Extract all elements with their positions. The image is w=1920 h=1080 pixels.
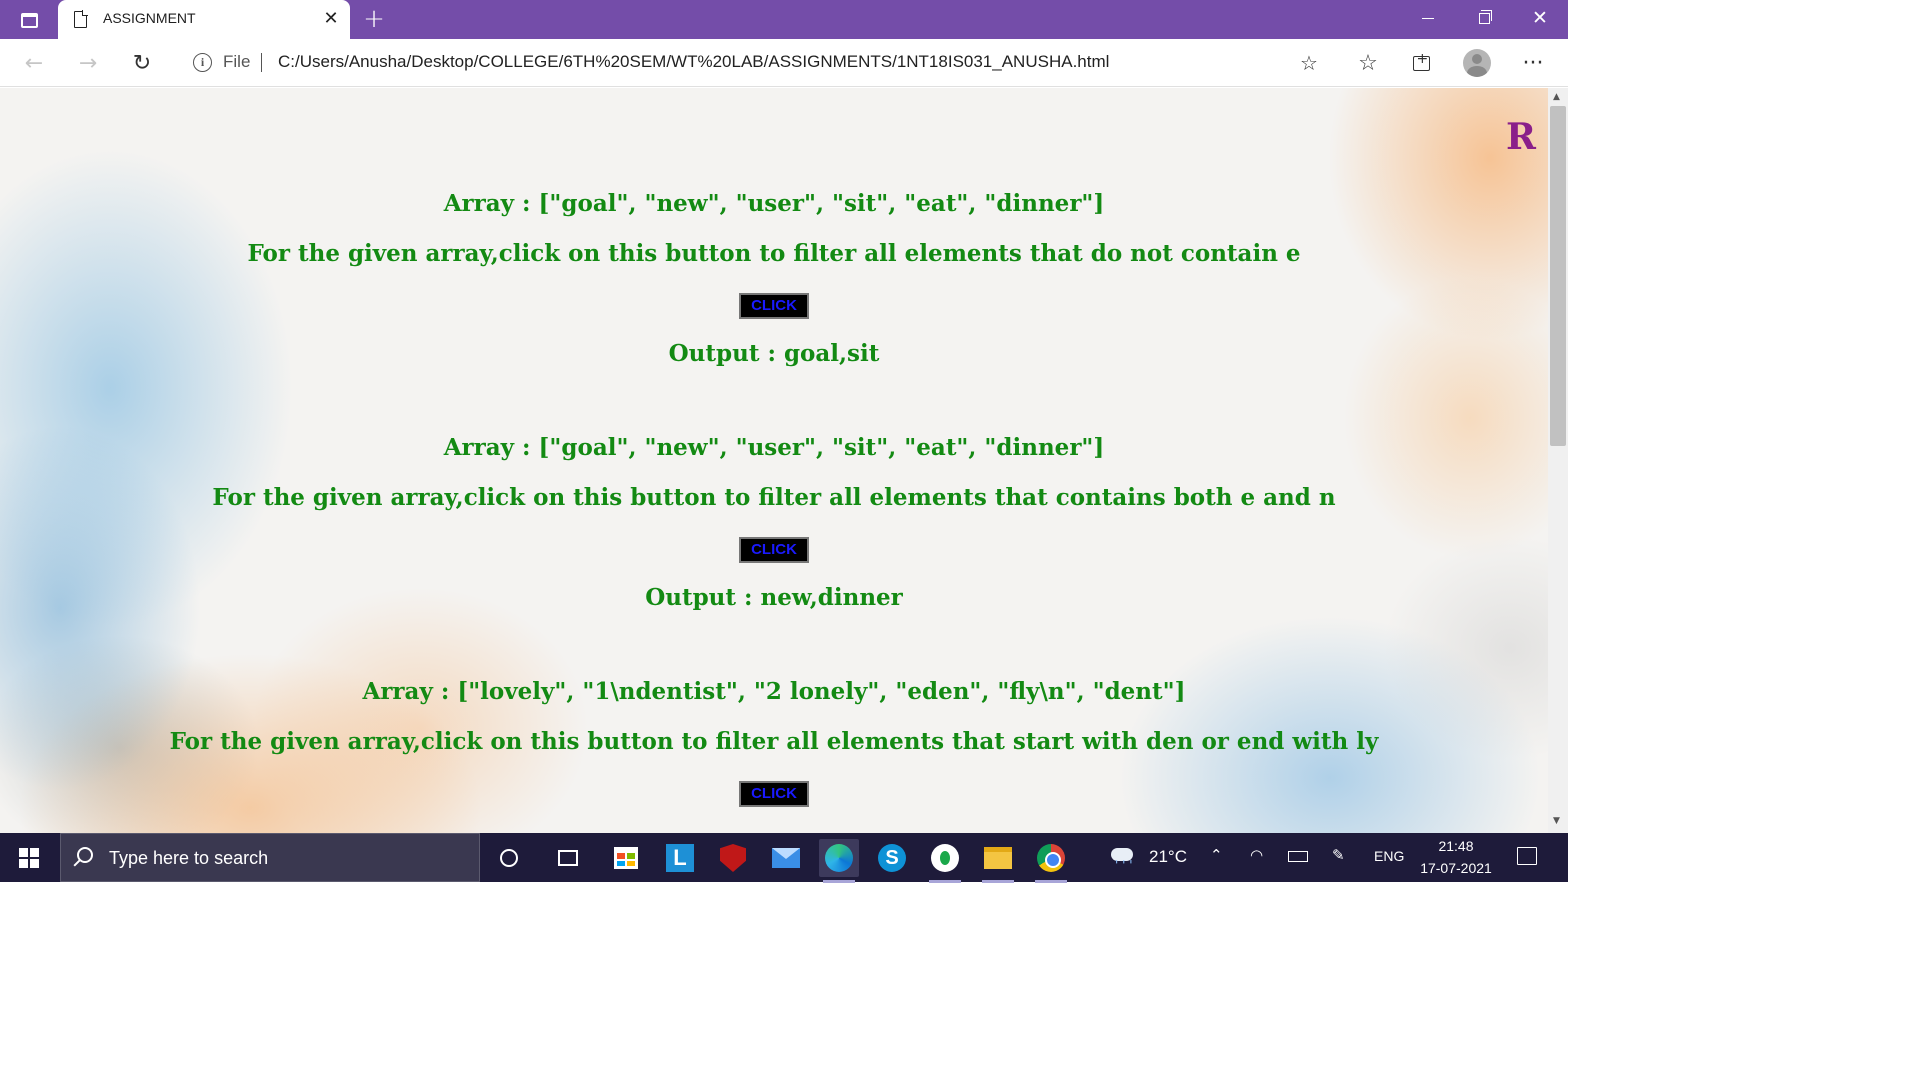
page-content: R Array : ["goal", "new", "user", "sit",… [0, 88, 1548, 833]
taskbar-search[interactable]: Type here to search [60, 833, 480, 882]
whatsapp-icon[interactable] [925, 839, 965, 883]
info-icon[interactable]: i [193, 53, 212, 72]
minimize-button[interactable] [1400, 0, 1456, 36]
array-text-1: Array : ["goal", "new", "user", "sit", "… [443, 190, 1105, 217]
tab-close-button[interactable]: ✕ [320, 6, 342, 32]
arrow-left-icon: ← [24, 50, 44, 76]
address-bar[interactable]: i File C:/Users/Anusha/Desktop/COLLEGE/6… [178, 44, 1332, 81]
output-text-1: Output : goal,sit [668, 340, 880, 367]
taskbar: Type here to search L S 21°C ⌃ ◠ ✎ ENG 2… [0, 833, 1568, 883]
address-separator [261, 53, 262, 72]
add-favorite-icon[interactable]: ☆ [1296, 50, 1322, 76]
profile-button[interactable] [1459, 45, 1495, 81]
skype-icon[interactable]: S [872, 839, 912, 877]
scroll-up-icon[interactable]: ▲ [1553, 92, 1560, 102]
favorites-icon: ☆ [1358, 50, 1378, 76]
settings-menu-button[interactable]: ··· [1515, 45, 1551, 81]
collections-button[interactable] [1403, 45, 1439, 81]
restore-button[interactable] [1456, 0, 1512, 36]
lync-icon[interactable]: L [660, 839, 700, 877]
scroll-thumb[interactable] [1550, 106, 1566, 446]
wifi-icon[interactable]: ◠ [1250, 846, 1263, 864]
close-window-button[interactable]: ✕ [1512, 0, 1568, 36]
url-text[interactable]: C:/Users/Anusha/Desktop/COLLEGE/6TH%20SE… [278, 52, 1109, 72]
tab-actions-button[interactable] [10, 5, 48, 35]
array-text-3: Array : ["lovely", "1\ndentist", "2 lone… [362, 678, 1186, 705]
scheme-label: File [223, 52, 251, 71]
click-button-2[interactable]: CLICK [739, 537, 809, 563]
pen-icon[interactable]: ✎ [1332, 846, 1345, 864]
store-icon[interactable] [606, 839, 646, 877]
minimize-icon [1422, 17, 1434, 19]
chrome-icon[interactable] [1031, 839, 1071, 883]
mcafee-icon[interactable] [713, 839, 753, 877]
tab-assignment[interactable]: ASSIGNMENT ✕ [58, 0, 350, 39]
tab-title: ASSIGNMENT [103, 10, 196, 26]
search-placeholder: Type here to search [109, 848, 269, 868]
avatar [1463, 49, 1491, 77]
favorites-button[interactable]: ☆ [1350, 45, 1386, 81]
restore-icon [1478, 9, 1492, 24]
scroll-down-icon[interactable]: ▼ [1553, 816, 1560, 826]
notification-icon[interactable] [1517, 847, 1537, 865]
click-button-1[interactable]: CLICK [739, 293, 809, 319]
forward-button[interactable]: → [70, 45, 106, 81]
close-icon: ✕ [1532, 7, 1548, 29]
page-icon [74, 10, 88, 28]
cortana-icon[interactable] [489, 839, 529, 877]
clock-time[interactable]: 21:48 [1420, 838, 1492, 854]
new-tab-button[interactable]: + [360, 4, 388, 34]
instruction-text-3: For the given array,click on this button… [169, 728, 1379, 755]
temperature[interactable]: 21°C [1149, 847, 1187, 867]
click-button-3[interactable]: CLICK [739, 781, 809, 807]
task-view-icon[interactable] [548, 839, 588, 877]
refresh-button[interactable]: ↻ [124, 45, 160, 81]
search-icon [77, 847, 93, 863]
browser-toolbar: ← → ↻ i File C:/Users/Anusha/Desktop/COL… [0, 39, 1568, 87]
arrow-right-icon: → [78, 50, 98, 76]
windows-icon [19, 847, 39, 868]
collections-icon [1412, 51, 1430, 71]
refresh-icon: ↻ [132, 50, 152, 76]
title-bar: ASSIGNMENT ✕ + ✕ [0, 0, 1568, 39]
instruction-text-2: For the given array,click on this button… [212, 484, 1336, 511]
array-text-2: Array : ["goal", "new", "user", "sit", "… [443, 434, 1105, 461]
edge-icon[interactable] [819, 839, 859, 883]
output-text-2: Output : new,dinner [645, 584, 903, 611]
clock-date[interactable]: 17-07-2021 [1412, 860, 1500, 876]
language-indicator[interactable]: ENG [1374, 848, 1404, 864]
start-button[interactable] [0, 833, 58, 882]
back-button[interactable]: ← [16, 45, 52, 81]
vertical-scrollbar[interactable]: ▲ ▼ [1548, 88, 1568, 833]
logo: R [1506, 116, 1536, 158]
instruction-text-1: For the given array,click on this button… [247, 240, 1301, 267]
mail-icon[interactable] [766, 839, 806, 877]
file-explorer-icon[interactable] [978, 839, 1018, 883]
chevron-up-icon[interactable]: ⌃ [1210, 846, 1223, 864]
tab-actions-icon [20, 12, 38, 28]
battery-icon[interactable] [1288, 851, 1308, 862]
weather-icon[interactable] [1107, 846, 1137, 872]
